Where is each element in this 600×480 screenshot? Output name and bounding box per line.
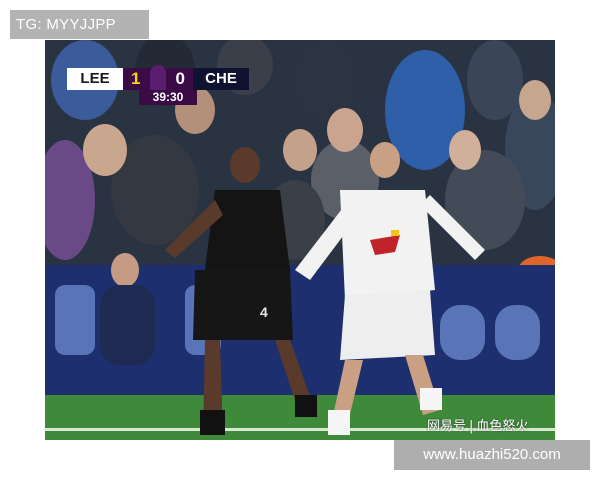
home-score: 1 [131, 69, 141, 88]
url-watermark-banner: www.huazhi520.com [394, 440, 590, 470]
source-platform: 网易号 [427, 419, 467, 434]
premier-league-lion-icon [150, 65, 166, 91]
source-watermark: 网易号 | 血色怒火 [427, 415, 528, 434]
scorebug: LEE 1 0 CHE 39:30 [67, 65, 249, 106]
scorebug-row: LEE 1 0 CHE [67, 65, 249, 91]
score-box: 1 0 [123, 65, 193, 91]
away-team-code: CHE [193, 68, 249, 90]
tg-watermark-label: TG: MYYJJPP [10, 10, 149, 39]
source-author: 血色怒火 [476, 419, 529, 434]
home-team-code: LEE [67, 68, 123, 90]
away-score: 0 [175, 69, 185, 88]
match-clock: 39:30 [139, 90, 197, 105]
source-separator: | [469, 419, 474, 434]
away-shirt-number: 4 [260, 304, 268, 320]
match-broadcast-frame: 4 LEE 1 0 CHE 39:30 网易号 | 血色怒火 [45, 40, 555, 440]
